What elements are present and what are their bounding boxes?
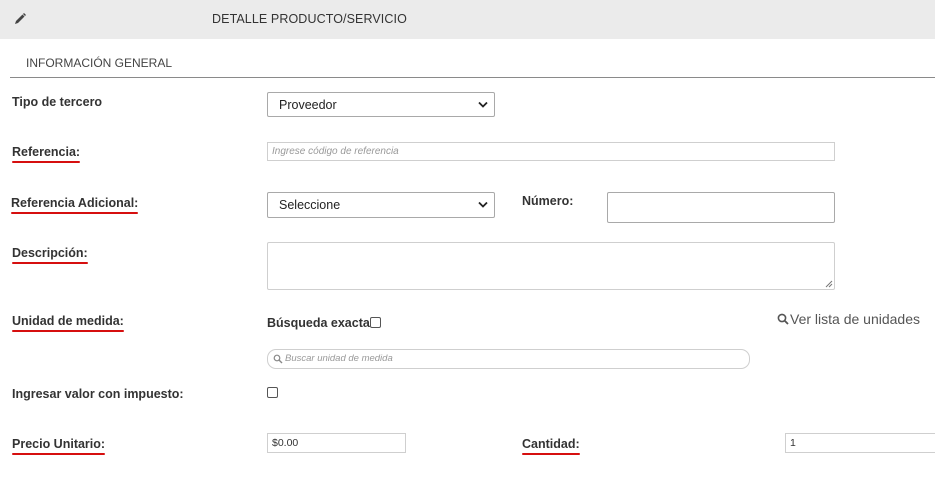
referencia-placeholder: Ingrese código de referencia [272, 146, 399, 157]
valor-impuesto-checkbox[interactable] [267, 387, 278, 398]
valor-impuesto-label: Ingresar valor con impuesto: [12, 387, 184, 401]
chevron-down-icon [478, 201, 488, 208]
panel-header: DETALLE PRODUCTO/SERVICIO [0, 0, 935, 39]
cantidad-value: 1 [790, 437, 796, 449]
precio-unitario-label: Precio Unitario: [12, 437, 106, 455]
unidad-medida-label: Unidad de medida: [12, 314, 124, 332]
search-icon [777, 313, 789, 325]
search-icon [273, 354, 283, 364]
resize-grip-icon[interactable] [825, 280, 833, 288]
ver-lista-unidades-link[interactable]: Ver lista de unidades [777, 311, 920, 327]
unidad-medida-search-input[interactable]: Buscar unidad de medida [267, 349, 750, 369]
referencia-adicional-label: Referencia Adicional: [11, 196, 139, 214]
numero-input[interactable] [607, 192, 835, 223]
ver-lista-unidades-label: Ver lista de unidades [790, 311, 920, 327]
busqueda-exacta-checkbox[interactable] [370, 317, 381, 328]
cantidad-label: Cantidad: [522, 437, 580, 455]
descripcion-label: Descripción: [12, 246, 88, 264]
panel-title: DETALLE PRODUCTO/SERVICIO [212, 12, 407, 26]
section-divider [10, 77, 935, 78]
referencia-adicional-value: Seleccione [279, 198, 341, 212]
tipo-tercero-select[interactable]: Proveedor [267, 92, 495, 117]
busqueda-exacta-label: Búsqueda exacta: [267, 316, 374, 330]
chevron-down-icon [478, 101, 488, 108]
tipo-tercero-value: Proveedor [279, 98, 337, 112]
section-title: INFORMACIÓN GENERAL [26, 56, 173, 70]
referencia-label: Referencia: [12, 145, 81, 163]
precio-unitario-value: $0.00 [272, 437, 299, 449]
referencia-adicional-select[interactable]: Seleccione [267, 192, 495, 218]
numero-label: Número: [522, 194, 574, 208]
referencia-input[interactable]: Ingrese código de referencia [267, 142, 835, 161]
precio-unitario-input[interactable]: $0.00 [267, 433, 406, 453]
descripcion-textarea[interactable] [267, 242, 835, 290]
unidad-medida-search-placeholder: Buscar unidad de medida [285, 353, 393, 364]
pencil-icon [15, 13, 26, 24]
tipo-tercero-label: Tipo de tercero [12, 95, 103, 109]
cantidad-input[interactable]: 1 [785, 433, 935, 453]
